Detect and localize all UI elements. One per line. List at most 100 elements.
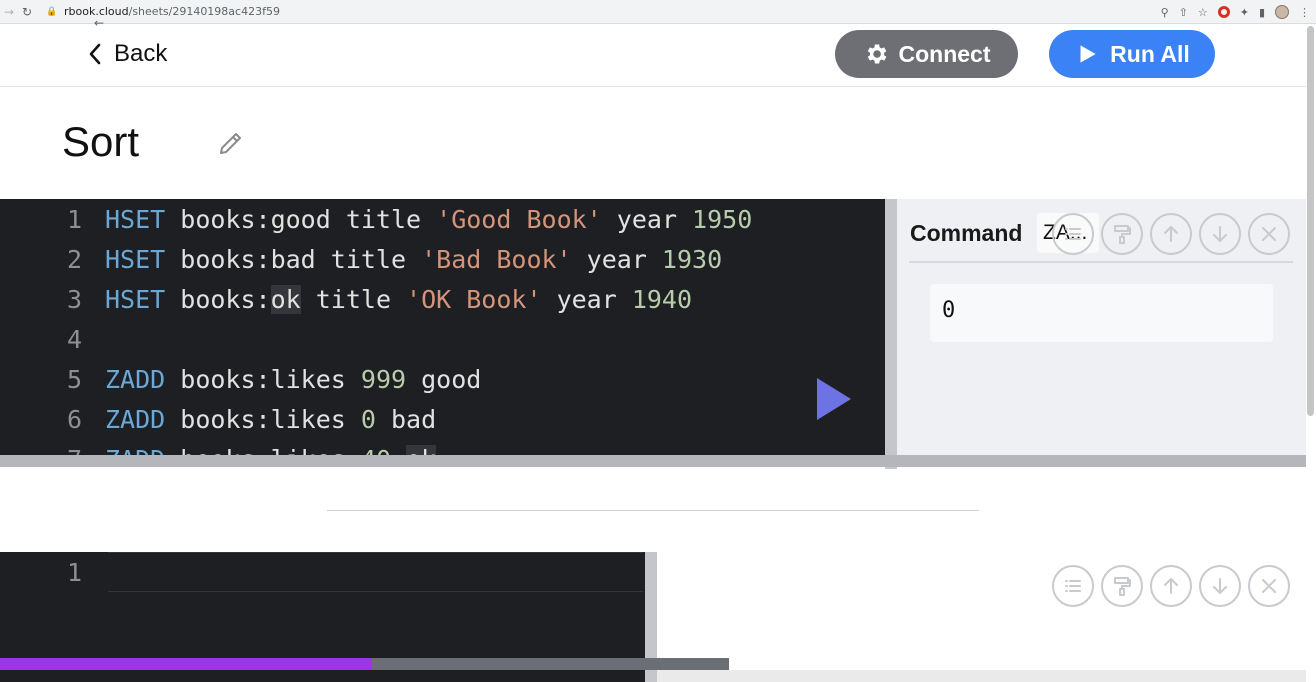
code-token: ZADD [105, 445, 165, 456]
menu-icon[interactable]: ⋮ [1299, 6, 1310, 19]
code-text: HSET books:bad title 'Bad Book' year 193… [105, 245, 722, 274]
zoom-icon[interactable]: ⚲ [1161, 6, 1169, 19]
lock-icon: 🔒 [46, 6, 58, 17]
cell-resize-bar[interactable] [0, 455, 1306, 467]
sidebar-icon[interactable]: ▮ [1259, 6, 1265, 19]
run-all-button[interactable]: Run All [1049, 30, 1215, 78]
arrow-down-icon[interactable] [1199, 213, 1241, 255]
code-token: HSET [105, 284, 166, 314]
line-number: 5 [66, 364, 82, 394]
code-token: 1940 [631, 284, 693, 314]
panel-divider [909, 261, 1293, 263]
code-token: 999 [360, 364, 407, 394]
code-text: ZADD books:likes 999 good [105, 365, 481, 394]
chevron-left-icon [89, 43, 101, 65]
pencil-icon[interactable] [216, 130, 246, 158]
run-all-label: Run All [1110, 40, 1190, 67]
code-token: title [300, 284, 407, 314]
code-text: ZADD books:likes 0 bad [105, 405, 436, 434]
code-token: books: [165, 284, 271, 314]
arrow-up-icon[interactable] [1150, 213, 1192, 255]
code-token: 'Bad Book' [421, 244, 572, 274]
format-icon[interactable] [1101, 213, 1143, 255]
url-path: /sheets/29140198ac423f59 [128, 5, 280, 18]
line-number: 6 [66, 404, 82, 434]
code-token: ok [270, 284, 301, 314]
cell-separator [327, 510, 979, 511]
code-token: books:bad title [165, 244, 422, 274]
close-icon[interactable] [1248, 565, 1290, 607]
format-icon[interactable] [1101, 565, 1143, 607]
resize-handle[interactable] [885, 199, 897, 469]
list-icon[interactable] [1052, 565, 1094, 607]
code-token: books:likes [165, 404, 361, 434]
code-token: books:likes [165, 364, 361, 394]
code-token: HSET [105, 204, 166, 234]
progress-fill [0, 658, 372, 670]
line-number: 2 [66, 244, 82, 274]
code-text: ZADD books:likes 40 ok [105, 444, 437, 456]
extensions-icon[interactable]: ✦ [1240, 6, 1249, 19]
code-line: 6 ZADD books:likes 0 bad [0, 399, 885, 439]
line-number: 1 [66, 204, 82, 234]
line-number: 1 [66, 557, 82, 587]
play-icon [1080, 45, 1096, 63]
code-token: year [541, 284, 632, 314]
list-icon[interactable] [1052, 213, 1094, 255]
code-token: ZADD [105, 404, 166, 434]
line-number: 4 [66, 324, 82, 354]
connect-button[interactable]: Connect [835, 30, 1018, 78]
code-token: HSET [105, 244, 166, 274]
code-token: good [406, 364, 482, 394]
scrollbar-thumb[interactable] [1307, 26, 1314, 416]
code-line: 7 ZADD books:likes 40 ok [0, 439, 885, 455]
cell-toolbar-2 [1052, 565, 1290, 607]
sheet-title: Sort [62, 118, 140, 165]
code-line: 3 HSET books:ok title 'OK Book' year 1940 [0, 279, 885, 319]
run-cell-icon[interactable] [816, 377, 852, 421]
result-output: 0 [930, 284, 1273, 342]
code-editor[interactable]: 1 HSET books:good title 'Good Book' year … [0, 199, 885, 455]
app-root: ← → ↻ 🔒 rbook.cloud /sheets/29140198ac42… [0, 0, 1316, 682]
code-token: 0 [360, 404, 376, 434]
code-token: 1950 [692, 204, 753, 234]
code-line: 2 HSET books:bad title 'Bad Book' year 19… [0, 239, 885, 279]
code-token: bad [375, 404, 437, 434]
command-label: Command [910, 220, 1023, 246]
code-text: HSET books:good title 'Good Book' year 1… [105, 205, 752, 234]
code-token: books:good title [165, 204, 437, 234]
browser-actions: ⚲ ⇧ ☆ ✦ ▮ ⋮ [1161, 3, 1310, 21]
code-token: 'OK Book' [406, 284, 542, 314]
reload-icon[interactable]: ↻ [18, 3, 36, 21]
cell-toolbar [1052, 213, 1290, 255]
share-icon[interactable]: ⇧ [1179, 6, 1188, 19]
code-token: ok [406, 444, 437, 455]
code-token: books:likes [165, 445, 361, 456]
address-bar[interactable]: 🔒 rbook.cloud /sheets/29140198ac423f59 [46, 3, 1066, 21]
back-label: Back [114, 40, 168, 67]
app-header: Back Connect Run All [0, 24, 1306, 87]
vertical-scrollbar[interactable] [1306, 24, 1316, 682]
opera-icon[interactable] [1217, 6, 1230, 18]
arrow-down-icon[interactable] [1199, 565, 1241, 607]
close-icon[interactable] [1248, 213, 1290, 255]
code-line: 4 [0, 319, 885, 359]
progress-bar [0, 658, 729, 670]
code-token: 'Good Book' [436, 204, 602, 234]
browser-toolbar: ← → ↻ 🔒 rbook.cloud /sheets/29140198ac42… [0, 0, 1316, 30]
connect-label: Connect [898, 40, 991, 67]
code-token: 1930 [661, 244, 723, 274]
arrow-up-icon[interactable] [1150, 565, 1192, 607]
profile-avatar[interactable] [1275, 5, 1289, 19]
code-token: year [601, 204, 693, 234]
back-button[interactable]: Back [88, 38, 167, 70]
code-token: 40 [361, 445, 391, 456]
horizontal-scrollbar[interactable] [657, 670, 1306, 682]
browser-forward-icon[interactable]: → [0, 3, 18, 21]
star-icon[interactable]: ☆ [1198, 6, 1208, 19]
line-number: 7 [0, 445, 85, 456]
code-line: 5 ZADD books:likes 999 good [0, 359, 885, 399]
gear-icon [867, 44, 886, 64]
active-line[interactable] [108, 552, 643, 592]
